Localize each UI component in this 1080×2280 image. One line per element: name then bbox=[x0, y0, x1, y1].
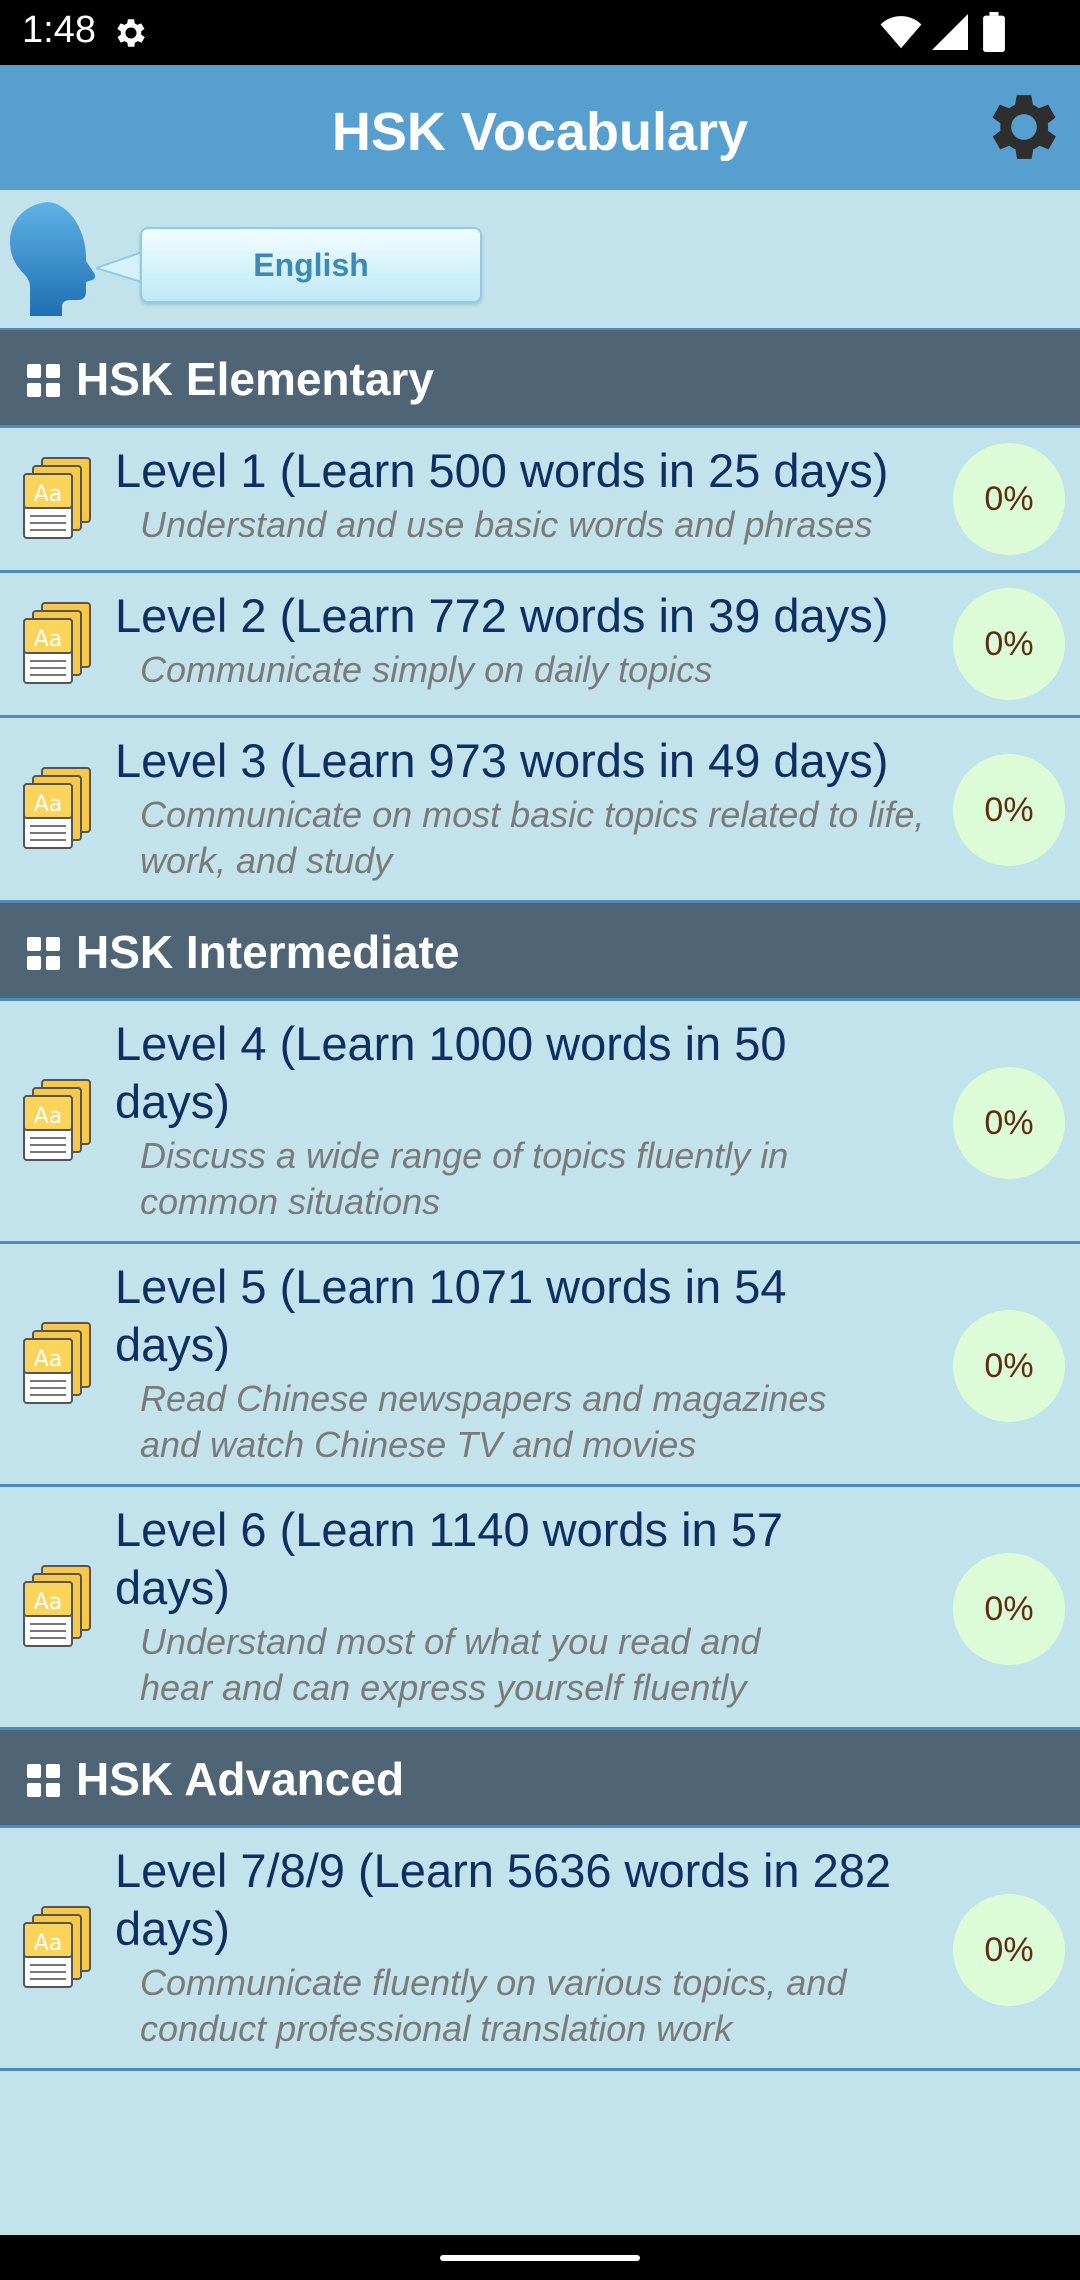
level-row-2[interactable]: Aa Level 2 (Learn 772 words in 39 days) … bbox=[0, 573, 1080, 718]
section-hsk-elementary: HSK Elementary bbox=[0, 330, 1080, 428]
language-button[interactable]: English bbox=[140, 227, 482, 303]
progress-circle: 0% bbox=[953, 1894, 1065, 2006]
section-hsk-intermediate: HSK Intermediate bbox=[0, 903, 1080, 1001]
flashcards-icon: Aa bbox=[23, 767, 91, 849]
svg-text:Aa: Aa bbox=[34, 627, 63, 652]
progress-circle: 0% bbox=[953, 1553, 1065, 1665]
svg-text:Aa: Aa bbox=[34, 1347, 63, 1372]
status-time: 1:48 bbox=[22, 9, 96, 51]
app-bar: HSK Vocabulary bbox=[0, 65, 1080, 190]
wifi-icon bbox=[880, 16, 922, 49]
level-row-5[interactable]: Aa Level 5 (Learn 1071 words in 54 days)… bbox=[0, 1244, 1080, 1487]
flashcards-icon: Aa bbox=[23, 602, 91, 684]
home-gesture-handle[interactable] bbox=[440, 2255, 640, 2261]
progress-circle: 0% bbox=[953, 443, 1065, 555]
level-text: Level 2 (Learn 772 words in 39 days) Com… bbox=[115, 587, 945, 693]
gear-icon bbox=[117, 19, 145, 47]
settings-gear-icon[interactable] bbox=[980, 83, 1068, 171]
flashcards-icon: Aa bbox=[23, 1565, 91, 1647]
level-text: Level 6 (Learn 1140 words in 57 days) Un… bbox=[115, 1501, 835, 1711]
level-text: Level 3 (Learn 973 words in 49 days) Com… bbox=[115, 732, 945, 884]
svg-text:Aa: Aa bbox=[34, 1104, 63, 1129]
level-description: Communicate on most basic topics related… bbox=[140, 794, 925, 881]
navigation-bar bbox=[0, 2235, 1080, 2280]
section-hsk-advanced: HSK Advanced bbox=[0, 1730, 1080, 1828]
svg-text:Aa: Aa bbox=[34, 1590, 63, 1615]
grid-icon bbox=[27, 364, 60, 397]
flashcards-icon: Aa bbox=[23, 1079, 91, 1161]
level-title: Level 7/8/9 (Learn 5636 words in 282 day… bbox=[115, 1844, 892, 1955]
flashcards-icon: Aa bbox=[23, 1322, 91, 1404]
svg-text:Aa: Aa bbox=[34, 482, 63, 507]
flashcards-icon: Aa bbox=[23, 457, 91, 539]
level-row-4[interactable]: Aa Level 4 (Learn 1000 words in 50 days)… bbox=[0, 1001, 1080, 1244]
level-text: Level 4 (Learn 1000 words in 50 days) Di… bbox=[115, 1015, 835, 1225]
svg-text:Aa: Aa bbox=[34, 792, 63, 817]
grid-icon bbox=[27, 937, 60, 970]
progress-circle: 0% bbox=[953, 588, 1065, 700]
progress-circle: 0% bbox=[953, 1067, 1065, 1179]
level-title: Level 2 (Learn 772 words in 39 days) bbox=[115, 589, 889, 642]
status-bar: 1:48 bbox=[0, 0, 1080, 65]
svg-text:Aa: Aa bbox=[34, 1931, 63, 1956]
level-row-1[interactable]: Aa Level 1 (Learn 500 words in 25 days) … bbox=[0, 428, 1080, 573]
level-text: Level 5 (Learn 1071 words in 54 days) Re… bbox=[115, 1258, 835, 1468]
level-description: Discuss a wide range of topics fluently … bbox=[140, 1135, 789, 1222]
level-description: Communicate simply on daily topics bbox=[140, 649, 713, 690]
level-title: Level 3 (Learn 973 words in 49 days) bbox=[115, 734, 889, 787]
level-title: Level 4 (Learn 1000 words in 50 days) bbox=[115, 1017, 787, 1128]
level-title: Level 1 (Learn 500 words in 25 days) bbox=[115, 444, 889, 497]
signal-icon bbox=[932, 14, 968, 50]
flashcards-icon: Aa bbox=[23, 1906, 91, 1988]
level-description: Read Chinese newspapers and magazines an… bbox=[140, 1378, 827, 1465]
level-text: Level 7/8/9 (Learn 5636 words in 282 day… bbox=[115, 1842, 955, 2052]
level-row-6[interactable]: Aa Level 6 (Learn 1140 words in 57 days)… bbox=[0, 1487, 1080, 1730]
grid-icon bbox=[27, 1764, 60, 1797]
level-description: Understand and use basic words and phras… bbox=[140, 504, 873, 545]
section-title: HSK Elementary bbox=[76, 353, 434, 405]
level-row-7-8-9[interactable]: Aa Level 7/8/9 (Learn 5636 words in 282 … bbox=[0, 1828, 1080, 2071]
battery-icon bbox=[983, 12, 1005, 52]
section-title: HSK Advanced bbox=[76, 1753, 405, 1805]
level-title: Level 6 (Learn 1140 words in 57 days) bbox=[115, 1503, 784, 1614]
level-description: Communicate fluently on various topics, … bbox=[140, 1962, 847, 2049]
speaking-head-icon bbox=[10, 202, 96, 316]
level-title: Level 5 (Learn 1071 words in 54 days) bbox=[115, 1260, 787, 1371]
level-description: Understand most of what you read and hea… bbox=[140, 1621, 761, 1708]
progress-circle: 0% bbox=[953, 754, 1065, 866]
level-text: Level 1 (Learn 500 words in 25 days) Und… bbox=[115, 442, 945, 548]
language-row: English bbox=[0, 190, 1080, 331]
progress-circle: 0% bbox=[953, 1310, 1065, 1422]
app-title: HSK Vocabulary bbox=[331, 102, 749, 162]
level-row-3[interactable]: Aa Level 3 (Learn 973 words in 49 days) … bbox=[0, 718, 1080, 903]
section-title: HSK Intermediate bbox=[76, 926, 460, 978]
